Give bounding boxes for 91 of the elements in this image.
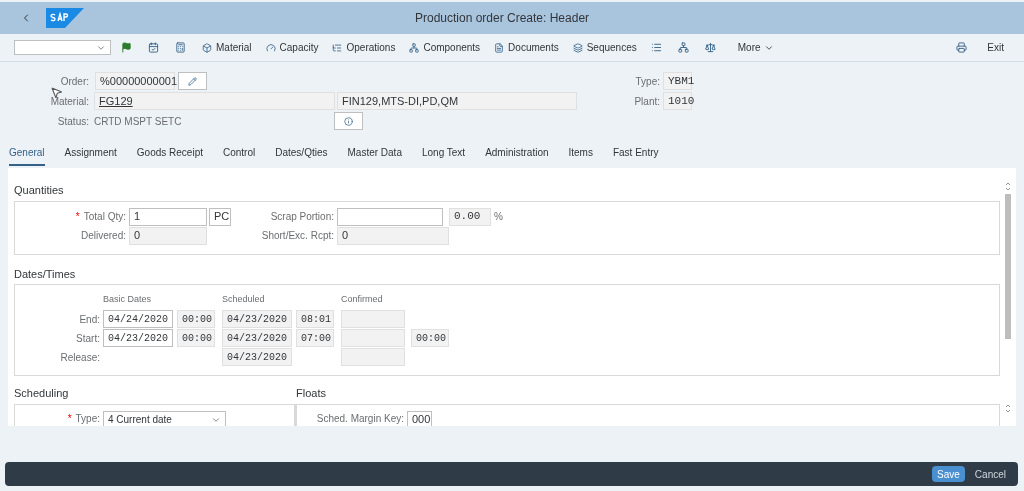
input-field[interactable] bbox=[341, 310, 405, 328]
exit-button[interactable]: Exit bbox=[987, 40, 1004, 55]
cancel-button[interactable]: Cancel bbox=[970, 466, 1010, 482]
tab[interactable]: Dates/Qties bbox=[275, 145, 328, 166]
toolbar-button[interactable]: Operations bbox=[332, 40, 396, 55]
input-field[interactable]: 0.00 bbox=[449, 207, 491, 226]
input-field[interactable]: 04/23/2020 bbox=[222, 348, 292, 366]
input-field[interactable]: 04/23/2020 bbox=[222, 310, 292, 328]
window-title: Production order Create: Header bbox=[414, 10, 590, 27]
percent-sign: % bbox=[494, 210, 503, 224]
toolbar-button[interactable]: Material bbox=[202, 40, 252, 55]
type-dropdown[interactable]: 4 Current date bbox=[103, 410, 226, 426]
input-field[interactable]: FG129 bbox=[94, 92, 335, 110]
column-header: Confirmed bbox=[341, 293, 383, 306]
mouse-cursor-icon bbox=[50, 86, 63, 99]
calendar-icon[interactable] bbox=[148, 42, 159, 53]
command-dropdown[interactable] bbox=[14, 40, 111, 55]
field-label: Scrap Portion: bbox=[270, 210, 334, 224]
tab[interactable]: Long Text bbox=[421, 145, 466, 166]
calculator-icon[interactable] bbox=[175, 42, 186, 53]
section-title: Quantities bbox=[14, 183, 64, 198]
status-value: CRTD MSPT SETC bbox=[93, 114, 183, 129]
required-asterisk: * bbox=[67, 411, 72, 426]
input-field[interactable]: 00:00 bbox=[177, 310, 215, 328]
field-label: Total Qty: bbox=[83, 210, 126, 224]
field-label: Type: bbox=[635, 74, 660, 89]
input-field[interactable]: 08:01 bbox=[296, 310, 334, 328]
input-field[interactable]: 1 bbox=[129, 207, 207, 226]
field-label: Order: bbox=[60, 74, 89, 89]
edit-button[interactable] bbox=[178, 72, 207, 90]
field-label: Plant: bbox=[634, 94, 660, 109]
tab[interactable]: Fast Entry bbox=[612, 145, 659, 166]
pencil-icon bbox=[188, 76, 197, 86]
more-button[interactable]: More bbox=[737, 40, 774, 55]
description-field[interactable]: FIN129,MTS-DI,PD,QM bbox=[337, 92, 577, 110]
unit-field[interactable]: PC bbox=[209, 207, 231, 226]
field-label: Short/Exc. Rcpt: bbox=[261, 229, 334, 243]
toolbar-button[interactable]: Capacity bbox=[265, 40, 319, 55]
tab[interactable]: Goods Receipt bbox=[136, 145, 203, 166]
toolbar-icon bbox=[409, 42, 420, 53]
section-title: Scheduling bbox=[14, 386, 69, 401]
hierarchy-icon[interactable] bbox=[677, 42, 689, 53]
field-label: End: bbox=[79, 312, 100, 327]
input-field[interactable]: 07:00 bbox=[296, 329, 334, 347]
toolbar-icon bbox=[494, 42, 505, 53]
field-label: Type: bbox=[75, 411, 100, 426]
input-field[interactable] bbox=[337, 207, 443, 226]
scale-icon[interactable] bbox=[704, 42, 716, 53]
tab[interactable]: Administration bbox=[485, 145, 549, 166]
field-label: Delivered: bbox=[80, 229, 126, 243]
tab[interactable]: General bbox=[9, 145, 45, 166]
field-label: Release: bbox=[60, 350, 100, 365]
input-field[interactable] bbox=[341, 348, 405, 366]
input-field[interactable]: 000 bbox=[407, 410, 432, 426]
field-label: Sched. Margin Key: bbox=[316, 411, 404, 426]
input-field[interactable]: 0 bbox=[337, 226, 449, 245]
field-label: Material: bbox=[50, 94, 89, 109]
input-field[interactable]: 0 bbox=[129, 226, 207, 245]
print-icon[interactable] bbox=[956, 42, 968, 53]
info-button[interactable] bbox=[334, 112, 363, 130]
toolbar-icon bbox=[265, 42, 276, 53]
field-label: Start: bbox=[76, 331, 100, 346]
input-field[interactable]: 04/23/2020 bbox=[103, 329, 173, 347]
tab[interactable]: Control bbox=[223, 145, 256, 166]
toolbar-icon bbox=[332, 42, 343, 53]
input-field[interactable]: 04/24/2020 bbox=[103, 310, 173, 328]
field-label: Status: bbox=[57, 114, 89, 129]
input-field[interactable] bbox=[341, 329, 405, 347]
input-field[interactable]: 04/23/2020 bbox=[222, 329, 292, 347]
input-field[interactable]: 00:00 bbox=[411, 329, 449, 347]
toolbar-button[interactable]: Documents bbox=[494, 40, 559, 55]
section-title: Floats bbox=[296, 386, 326, 401]
input-field[interactable]: 00:00 bbox=[177, 329, 215, 347]
input-field[interactable]: 1010 bbox=[663, 92, 692, 110]
tab[interactable]: Master Data bbox=[347, 145, 402, 166]
tab[interactable]: Assignment bbox=[64, 145, 117, 166]
toolbar-icon bbox=[572, 42, 583, 53]
toolbar-button[interactable]: Sequences bbox=[572, 40, 637, 55]
info-icon bbox=[344, 116, 353, 126]
column-header: Scheduled bbox=[222, 293, 266, 306]
input-field[interactable]: %00000000001 bbox=[95, 72, 175, 90]
toolbar-button[interactable]: Components bbox=[409, 40, 481, 55]
column-header: Basic Dates bbox=[103, 293, 153, 306]
input-field[interactable]: YBM1 bbox=[663, 72, 692, 90]
required-asterisk: * bbox=[75, 210, 80, 224]
toolbar-icon bbox=[202, 42, 212, 53]
list-icon[interactable] bbox=[650, 42, 662, 53]
logo-icon bbox=[46, 8, 84, 28]
flag-icon[interactable] bbox=[121, 42, 132, 53]
tab[interactable]: Items bbox=[568, 145, 593, 166]
section-title: Dates/Times bbox=[14, 266, 76, 282]
